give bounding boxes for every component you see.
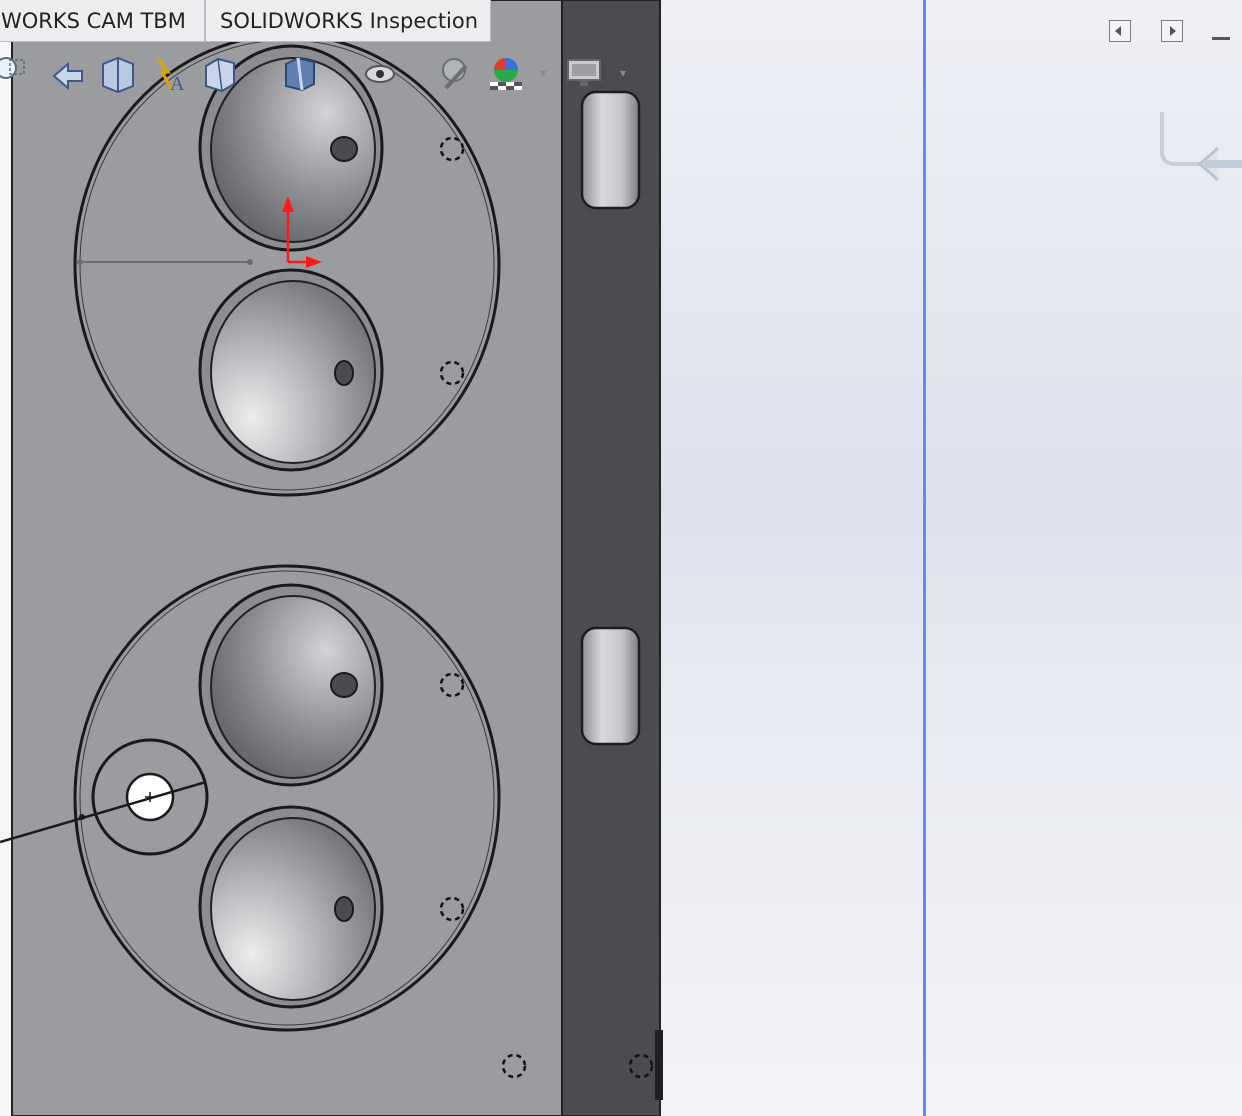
- graphics-area[interactable]: A ▾ ▾ ▾ WORKS CAM TBM SOLIDWORKS Inspect…: [0, 0, 1242, 1116]
- bore-4: [198, 805, 384, 1009]
- edit-appearance-icon[interactable]: [436, 54, 476, 94]
- collapse-left-icon[interactable]: [1109, 20, 1131, 42]
- view-orientation-icon[interactable]: [200, 54, 240, 94]
- side-boss-bottom: [580, 626, 641, 746]
- bore-3: [198, 583, 384, 787]
- hide-show-items-icon[interactable]: [360, 54, 400, 94]
- zoom-to-area-icon[interactable]: [0, 54, 32, 94]
- tab-solidworks-inspection[interactable]: SOLIDWORKS Inspection: [205, 0, 491, 42]
- edge-shadow: [655, 1030, 663, 1100]
- left-edge: [0, 0, 12, 1116]
- dynamic-annotation-views-icon[interactable]: A: [150, 54, 190, 95]
- return-arrow-icon: [1160, 112, 1242, 182]
- display-style-icon[interactable]: [280, 54, 320, 94]
- view-settings-caret-icon[interactable]: ▾: [620, 66, 626, 80]
- expand-right-icon[interactable]: [1161, 20, 1183, 42]
- bore-2: [198, 268, 384, 472]
- previous-view-icon[interactable]: [48, 54, 88, 94]
- side-boss-top: [580, 90, 641, 210]
- view-settings-icon[interactable]: [566, 54, 606, 94]
- tab-solidworks-cam-tbm[interactable]: WORKS CAM TBM: [0, 0, 205, 42]
- view-orientation-caret-icon[interactable]: ▾: [254, 66, 260, 80]
- section-view-icon[interactable]: [98, 54, 138, 94]
- apply-scene-icon[interactable]: [486, 54, 526, 94]
- model-view[interactable]: [0, 0, 1242, 1116]
- pane-splitter[interactable]: [923, 0, 926, 1116]
- apply-scene-caret-icon[interactable]: ▾: [540, 66, 546, 80]
- svg-text:A: A: [170, 73, 185, 94]
- minimize-icon[interactable]: [1212, 37, 1230, 40]
